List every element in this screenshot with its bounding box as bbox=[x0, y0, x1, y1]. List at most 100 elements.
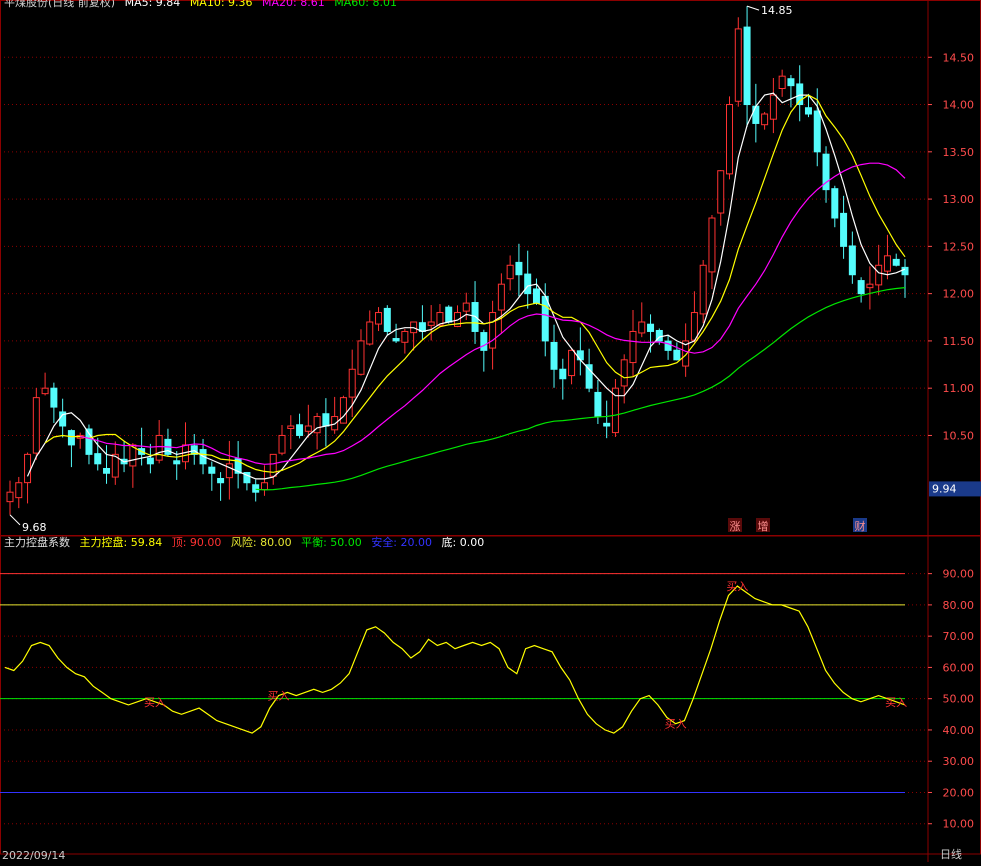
candle-body bbox=[804, 107, 812, 115]
safe-level: 安全: 20.00 bbox=[371, 536, 433, 549]
candle-body bbox=[629, 330, 637, 364]
candle-body bbox=[375, 312, 383, 325]
indicator-tick-label: 50.00 bbox=[943, 693, 975, 706]
current-price-label: 9.94 bbox=[932, 482, 957, 495]
candle-body bbox=[146, 457, 154, 465]
candle-body bbox=[348, 368, 356, 398]
high-price-label: 14.85 bbox=[761, 4, 793, 17]
control-value: 主力控盘: 59.84 bbox=[79, 536, 163, 549]
candle-body bbox=[269, 453, 277, 477]
buy-signal-label: 买入 bbox=[885, 696, 907, 709]
price-tick-label: 14.50 bbox=[943, 51, 975, 64]
candle-body bbox=[445, 306, 453, 323]
candle-body bbox=[726, 104, 734, 175]
indicator-tick-label: 10.00 bbox=[943, 818, 975, 831]
risk-level: 风险: 80.00 bbox=[230, 536, 292, 549]
indicator-tick-label: 80.00 bbox=[943, 599, 975, 612]
candle-body bbox=[673, 349, 681, 361]
candle-body bbox=[366, 321, 374, 345]
indicator-tick-label: 30.00 bbox=[943, 755, 975, 768]
candle-body bbox=[392, 338, 400, 342]
candle-body bbox=[50, 387, 58, 408]
top-level: 顶: 90.00 bbox=[171, 536, 222, 549]
candle-body bbox=[664, 340, 672, 351]
candle-body bbox=[278, 434, 286, 454]
candle-body bbox=[559, 368, 567, 380]
candle-body bbox=[24, 453, 32, 484]
candle-body bbox=[296, 424, 304, 436]
candle-body bbox=[620, 359, 628, 387]
candle-body bbox=[840, 212, 848, 247]
candle-body bbox=[743, 26, 751, 106]
ma20-label: MA20: 8.61 bbox=[262, 0, 325, 9]
candle-body bbox=[287, 425, 295, 429]
candle-body bbox=[208, 466, 216, 474]
candle-body bbox=[857, 280, 865, 295]
candle-body bbox=[331, 416, 339, 431]
indicator-panel-header: 主力控盘系数 主力控盘: 59.84 顶: 90.00 风险: 80.00 平衡… bbox=[4, 536, 490, 550]
candle-body bbox=[892, 258, 900, 266]
candle-body bbox=[462, 302, 470, 312]
candle-body bbox=[225, 463, 233, 479]
candle-body bbox=[524, 273, 532, 295]
candle-body bbox=[611, 387, 619, 434]
candle-body bbox=[6, 491, 14, 503]
indicator-tick-label: 90.00 bbox=[943, 568, 975, 581]
low-price-label: 9.68 bbox=[22, 521, 47, 534]
candle-body bbox=[515, 261, 523, 276]
candle-body bbox=[761, 113, 769, 126]
candle-body bbox=[647, 323, 655, 332]
chart-canvas[interactable]: 14.50 14.00 13.50 13.00 12.50 12.00 11.50 11.00… bbox=[0, 0, 981, 862]
candle-body bbox=[217, 477, 225, 484]
price-tick-label: 11.50 bbox=[943, 335, 975, 348]
candle-body bbox=[848, 245, 856, 276]
date-label: 2022/09/14 bbox=[2, 849, 66, 862]
candle-body bbox=[769, 94, 777, 120]
candle-body bbox=[304, 425, 312, 432]
candle-body bbox=[489, 312, 497, 349]
candle-body bbox=[322, 413, 330, 427]
price-panel-frame bbox=[0, 0, 981, 536]
stock-chart-window[interactable]: 14.50 14.00 13.50 13.00 12.50 12.00 11.50 11.00… bbox=[0, 0, 981, 862]
candle-body bbox=[831, 188, 839, 219]
candle-body bbox=[252, 484, 260, 493]
candle-body bbox=[383, 307, 391, 332]
candle-body bbox=[357, 340, 365, 375]
candlestick-series bbox=[6, 6, 909, 515]
buy-signal-label: 买入 bbox=[268, 690, 290, 703]
ma10-label: MA10: 9.36 bbox=[189, 0, 253, 9]
event-badge-label: 增 bbox=[758, 519, 769, 533]
candle-body bbox=[173, 460, 181, 465]
candle-body bbox=[94, 453, 102, 465]
price-tick-label: 14.00 bbox=[943, 99, 975, 112]
candle-body bbox=[594, 391, 602, 418]
candle-body bbox=[778, 75, 786, 90]
candle-body bbox=[427, 321, 435, 326]
candle-body bbox=[480, 332, 488, 351]
price-tick-label: 12.00 bbox=[943, 288, 975, 301]
candle-body bbox=[866, 283, 874, 289]
candle-body bbox=[690, 312, 698, 341]
price-panel-header: 平煤股份(日线 前复权) MA5: 9.84 MA10: 9.36 MA20: … bbox=[4, 0, 403, 10]
candle-body bbox=[568, 349, 576, 377]
candle-body bbox=[497, 283, 505, 311]
stock-title: 平煤股份(日线 前复权) bbox=[4, 0, 116, 9]
ma60-label: MA60: 8.01 bbox=[334, 0, 397, 9]
indicator-tick-label: 60.00 bbox=[943, 661, 975, 674]
candle-body bbox=[734, 28, 742, 102]
bottom-level: 底: 0.00 bbox=[441, 536, 485, 549]
price-tick-label: 13.50 bbox=[943, 146, 975, 159]
indicator-name: 主力控盘系数 bbox=[4, 536, 70, 549]
event-badge-label: 涨 bbox=[730, 520, 741, 533]
candle-body bbox=[901, 266, 909, 276]
buy-signal-label: 买入 bbox=[665, 718, 687, 731]
candle-body bbox=[638, 321, 646, 334]
candle-body bbox=[813, 110, 821, 153]
candle-body bbox=[339, 397, 347, 424]
candle-body bbox=[32, 397, 40, 454]
candle-body bbox=[41, 387, 49, 395]
candle-body bbox=[155, 434, 163, 461]
candle-body bbox=[506, 264, 514, 280]
balance-level: 平衡: 50.00 bbox=[301, 536, 362, 549]
buy-signal-label: 买入 bbox=[726, 580, 748, 593]
